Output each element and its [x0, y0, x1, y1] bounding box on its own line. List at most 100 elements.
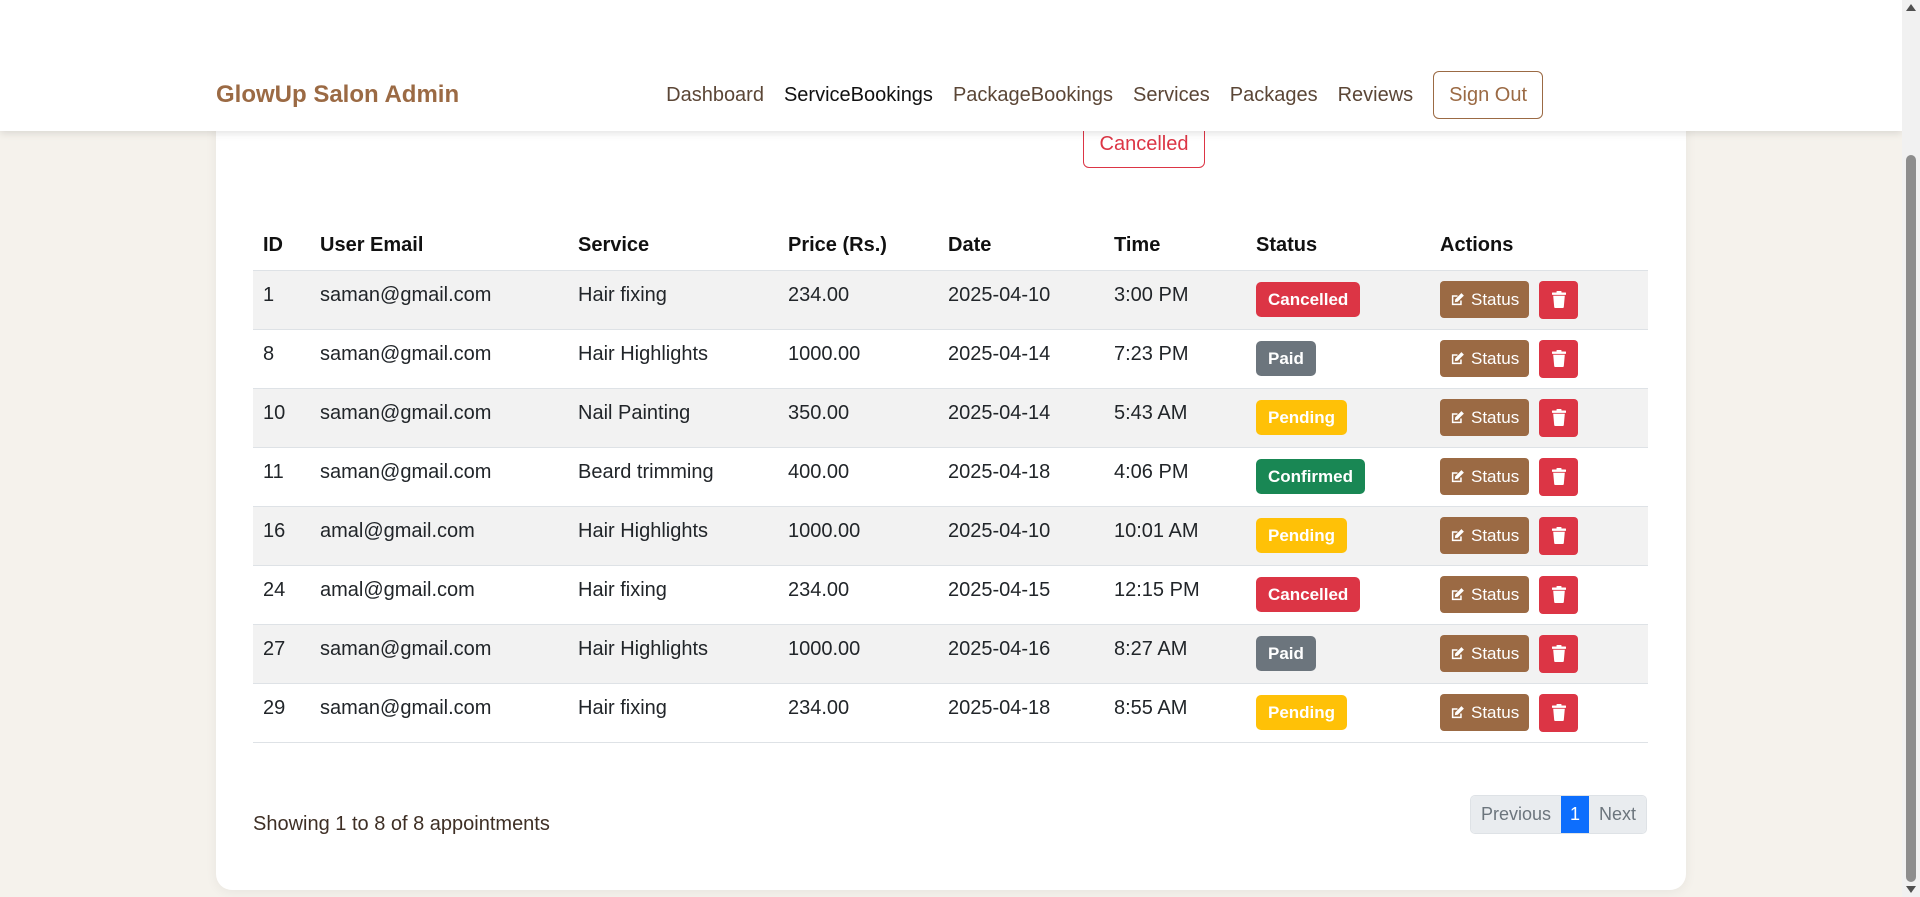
header-time[interactable]: Time [1104, 221, 1246, 271]
table-body: 1 saman@gmail.com Hair fixing 234.00 2025-04… [253, 270, 1648, 743]
delete-button[interactable] [1539, 516, 1579, 555]
cell-email: saman@gmail.com [310, 624, 568, 684]
cell-status: Cancelled [1246, 270, 1430, 330]
cell-status: Confirmed [1246, 447, 1430, 507]
header-email[interactable]: User Email [310, 221, 568, 271]
pagination-previous[interactable]: Previous [1471, 796, 1562, 833]
table-row: 8 saman@gmail.com Hair Highlights 1000.00 20… [253, 329, 1648, 389]
cell-actions: Status [1430, 565, 1648, 625]
vertical-scrollbar[interactable] [1902, 0, 1920, 897]
edit-icon [1451, 293, 1464, 306]
sign-out-button[interactable]: Sign Out [1433, 71, 1543, 119]
delete-button[interactable] [1539, 398, 1579, 437]
delete-button[interactable] [1539, 457, 1579, 496]
cell-service: Hair Highlights [568, 624, 778, 684]
delete-button[interactable] [1539, 575, 1579, 614]
edit-icon [1451, 411, 1464, 424]
cell-date: 2025-04-14 [938, 388, 1104, 448]
change-status-button[interactable]: Status [1440, 576, 1530, 613]
cell-email: amal@gmail.com [310, 565, 568, 625]
status-badge: Paid [1256, 341, 1316, 376]
status-badge: Confirmed [1256, 459, 1365, 494]
trash-icon [1551, 645, 1566, 662]
cell-email: saman@gmail.com [310, 683, 568, 743]
delete-button[interactable] [1539, 693, 1579, 732]
delete-button[interactable] [1539, 280, 1579, 319]
change-status-button[interactable]: Status [1440, 458, 1530, 495]
change-status-button[interactable]: Status [1440, 340, 1530, 377]
delete-button[interactable] [1539, 339, 1579, 378]
cell-service: Hair Highlights [568, 506, 778, 566]
nav-link-service-bookings[interactable]: ServiceBookings [784, 84, 933, 107]
cell-service: Hair fixing [568, 270, 778, 330]
change-status-button[interactable]: Status [1440, 517, 1530, 554]
cell-price: 1000.00 [778, 624, 938, 684]
nav-link-reviews[interactable]: Reviews [1338, 84, 1414, 107]
trash-icon [1551, 291, 1566, 308]
cell-price: 234.00 [778, 683, 938, 743]
table-row: 10 saman@gmail.com Nail Painting 350.00 2025… [253, 388, 1648, 448]
cell-time: 8:55 AM [1104, 683, 1246, 743]
cell-date: 2025-04-10 [938, 506, 1104, 566]
status-badge: Paid [1256, 636, 1316, 671]
nav-link-services[interactable]: Services [1133, 84, 1210, 107]
change-status-button[interactable]: Status [1440, 281, 1530, 318]
navbar: GlowUp Salon Admin Dashboard ServiceBook… [0, 0, 1902, 131]
nav-link-package-bookings[interactable]: PackageBookings [953, 84, 1113, 107]
cell-date: 2025-04-10 [938, 270, 1104, 330]
cell-status: Cancelled [1246, 565, 1430, 625]
cell-id: 27 [253, 624, 310, 684]
scroll-thumb[interactable] [1906, 155, 1916, 882]
cell-price: 350.00 [778, 388, 938, 448]
delete-button[interactable] [1539, 634, 1579, 673]
trash-icon [1551, 468, 1566, 485]
cell-date: 2025-04-16 [938, 624, 1104, 684]
cell-status: Paid [1246, 329, 1430, 389]
cell-price: 1000.00 [778, 329, 938, 389]
cell-time: 12:15 PM [1104, 565, 1246, 625]
brand-title[interactable]: GlowUp Salon Admin [216, 81, 459, 109]
pagination-next[interactable]: Next [1589, 796, 1647, 833]
status-button-label: Status [1471, 643, 1520, 663]
cell-status: Paid [1246, 624, 1430, 684]
trash-icon [1551, 409, 1566, 426]
cell-status: Pending [1246, 683, 1430, 743]
cell-service: Nail Painting [568, 388, 778, 448]
cell-id: 10 [253, 388, 310, 448]
header-id[interactable]: ID [253, 221, 310, 271]
header-date[interactable]: Date [938, 221, 1104, 271]
cell-id: 29 [253, 683, 310, 743]
scroll-up-arrow-icon[interactable] [1906, 4, 1916, 11]
status-button-label: Status [1471, 525, 1520, 545]
cell-actions: Status [1430, 506, 1648, 566]
change-status-button[interactable]: Status [1440, 399, 1530, 436]
edit-icon [1451, 470, 1464, 483]
table-row: 11 saman@gmail.com Beard trimming 400.00 202… [253, 447, 1648, 507]
header-status[interactable]: Status [1246, 221, 1430, 271]
cell-service: Hair Highlights [568, 329, 778, 389]
cell-email: saman@gmail.com [310, 447, 568, 507]
edit-icon [1451, 647, 1464, 660]
cell-actions: Status [1430, 270, 1648, 330]
cell-id: 16 [253, 506, 310, 566]
cell-service: Hair fixing [568, 565, 778, 625]
status-badge: Pending [1256, 518, 1348, 553]
scroll-down-arrow-icon[interactable] [1906, 886, 1916, 893]
status-badge: Pending [1256, 400, 1348, 435]
cell-date: 2025-04-14 [938, 329, 1104, 389]
cell-time: 8:27 AM [1104, 624, 1246, 684]
change-status-button[interactable]: Status [1440, 635, 1530, 672]
cell-id: 11 [253, 447, 310, 507]
pagination-page-1[interactable]: 1 [1561, 796, 1590, 833]
cell-email: saman@gmail.com [310, 270, 568, 330]
nav-link-dashboard[interactable]: Dashboard [666, 84, 764, 107]
cell-status: Pending [1246, 388, 1430, 448]
cell-id: 8 [253, 329, 310, 389]
header-service[interactable]: Service [568, 221, 778, 271]
header-price[interactable]: Price (Rs.) [778, 221, 938, 271]
nav-link-packages[interactable]: Packages [1230, 84, 1318, 107]
change-status-button[interactable]: Status [1440, 694, 1530, 731]
status-button-label: Status [1471, 702, 1520, 722]
status-badge: Pending [1256, 695, 1348, 730]
cell-service: Beard trimming [568, 447, 778, 507]
